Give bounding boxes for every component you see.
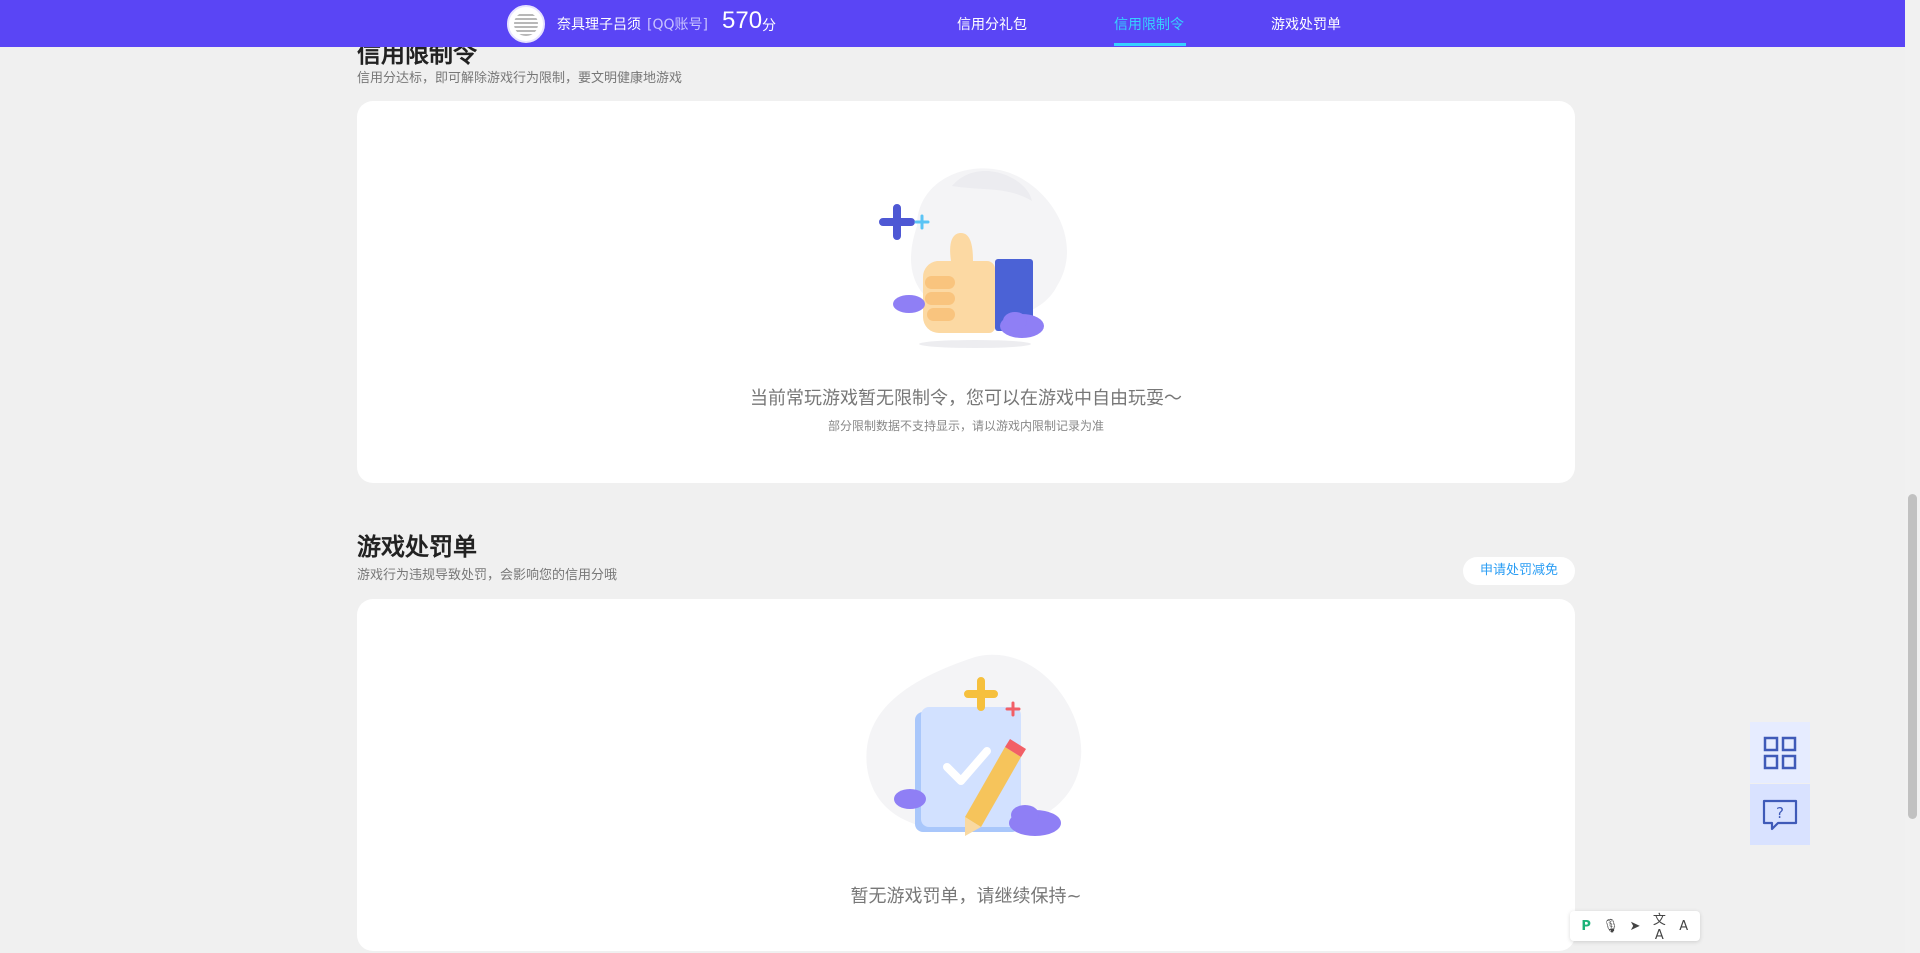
- toolbar-mic-icon[interactable]: 🎙: [1601, 919, 1621, 934]
- scrollbar-thumb[interactable]: [1908, 494, 1917, 819]
- help-chat-button[interactable]: ?: [1750, 784, 1810, 845]
- penalty-card: 暂无游戏罚单，请继续保持~: [357, 599, 1575, 951]
- apply-penalty-reduction-button[interactable]: 申请处罚减免: [1463, 557, 1575, 585]
- restriction-empty-note: 部分限制数据不支持显示，请以游戏内限制记录为准: [827, 419, 1104, 433]
- qr-code-button[interactable]: [1750, 722, 1810, 783]
- qr-code-icon: [1763, 736, 1797, 769]
- toolbar-translate-icon[interactable]: 文A: [1649, 909, 1669, 943]
- avatar[interactable]: [507, 5, 545, 43]
- restriction-empty-message: 当前常玩游戏暂无限制令，您可以在游戏中自由玩耍～: [750, 388, 1182, 409]
- penalty-empty-message: 暂无游戏罚单，请继续保持~: [850, 886, 1082, 907]
- svg-text:?: ?: [1776, 804, 1784, 822]
- top-navigation-bar: 奈具理子吕须 [QQ账号] 570 分 信用分礼包 信用限制令 游戏处罚单: [0, 0, 1905, 47]
- restriction-card: 当前常玩游戏暂无限制令，您可以在游戏中自由玩耍～ 部分限制数据不支持显示，请以游…: [357, 101, 1575, 483]
- tab-game-penalty[interactable]: 游戏处罚单: [1271, 14, 1341, 34]
- help-chat-icon: ?: [1762, 799, 1798, 830]
- checklist-pencil-icon: [866, 654, 1082, 836]
- floating-toolbar: P 🎙 ➤ 文A A: [1570, 909, 1700, 943]
- account-type: [QQ账号]: [647, 17, 708, 33]
- credit-score: 570: [722, 7, 763, 34]
- thumbs-up-icon: [879, 168, 1068, 348]
- toolbar-send-icon[interactable]: ➤: [1625, 919, 1645, 934]
- penalty-section-title: 游戏处罚单: [357, 533, 477, 561]
- restriction-section-subtitle: 信用分达标，即可解除游戏行为限制，要文明健康地游戏: [357, 71, 683, 86]
- penalty-section-subtitle: 游戏行为违规导致处罚，会影响您的信用分哦: [357, 568, 618, 583]
- tab-credit-gift[interactable]: 信用分礼包: [957, 14, 1027, 34]
- avatar-image: [514, 12, 538, 36]
- credit-score-unit: 分: [762, 18, 776, 34]
- toolbar-pen-icon[interactable]: P: [1576, 919, 1596, 934]
- active-tab-indicator: [1114, 43, 1186, 46]
- toolbar-text-icon[interactable]: A: [1674, 919, 1694, 934]
- username: 奈具理子吕须: [557, 17, 641, 33]
- tab-credit-restriction[interactable]: 信用限制令: [1114, 14, 1184, 34]
